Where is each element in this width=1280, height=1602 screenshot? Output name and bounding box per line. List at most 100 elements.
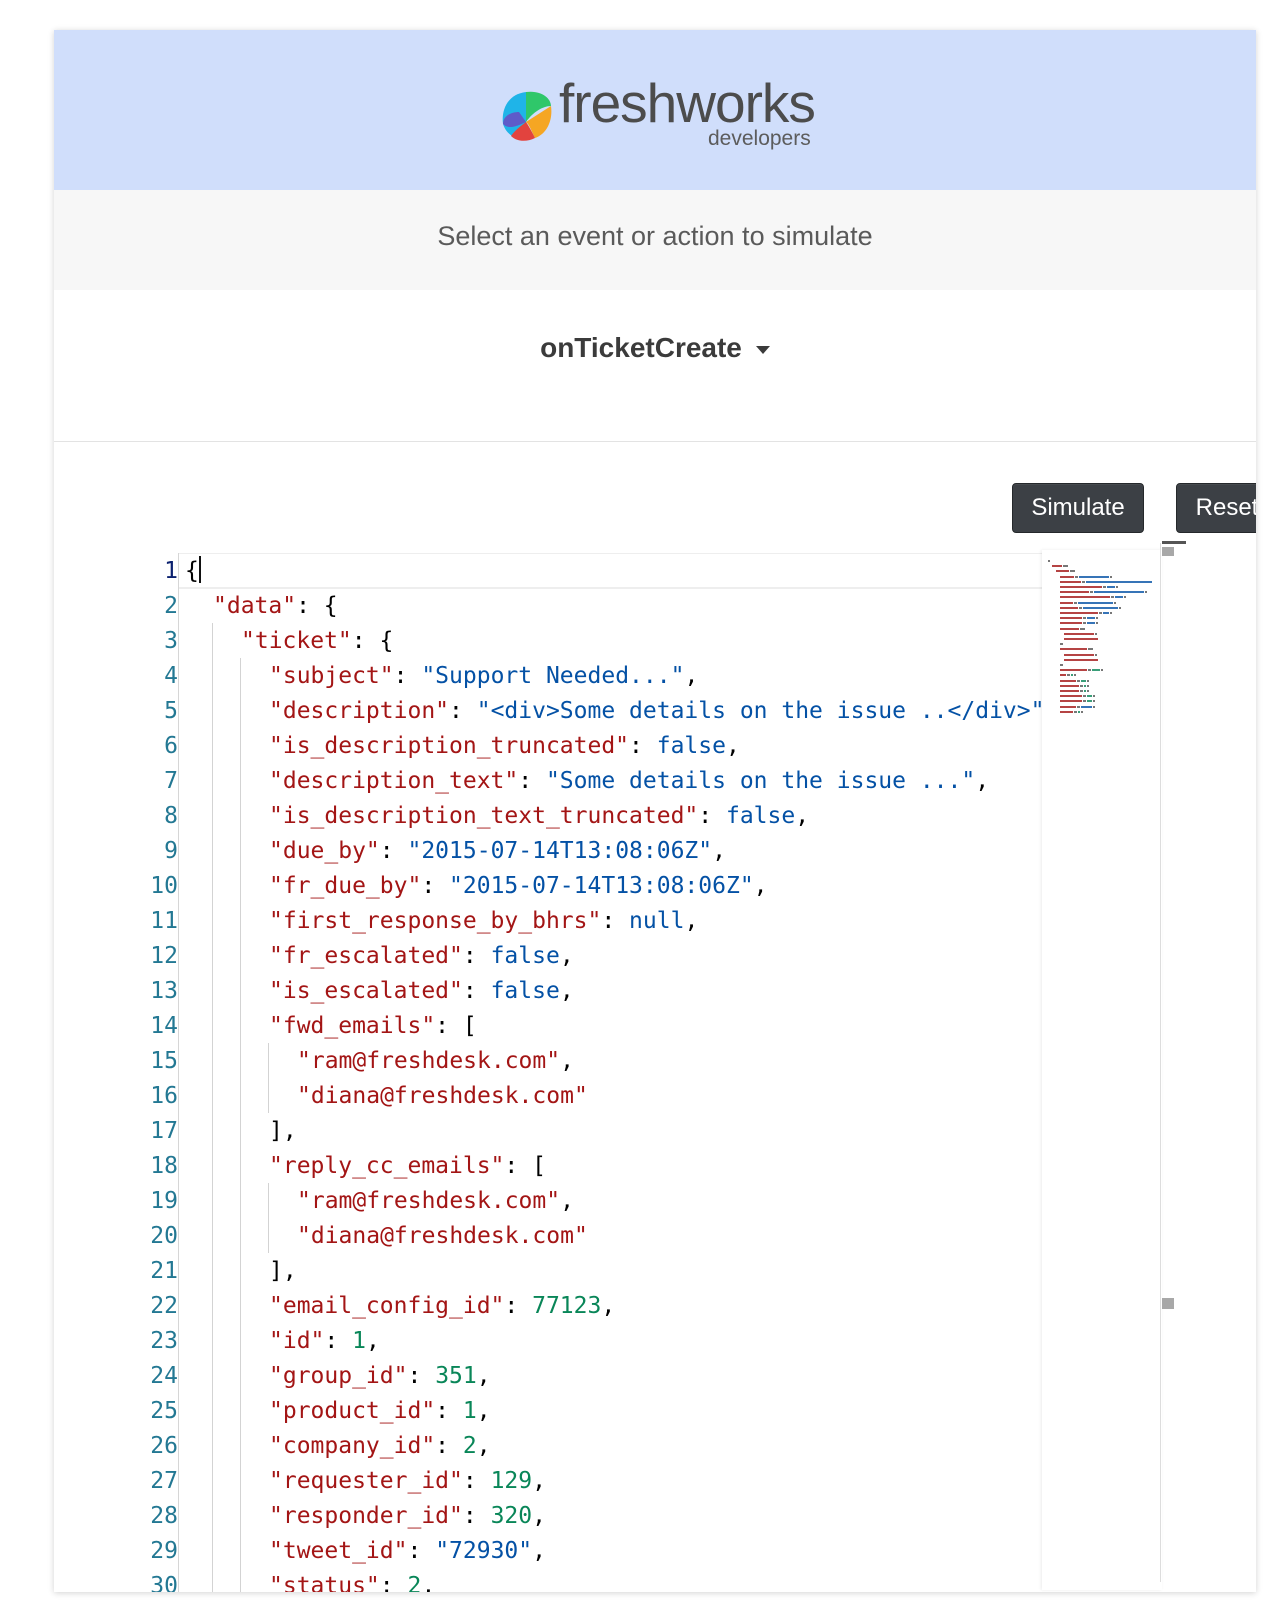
indent-guide [212,1008,213,1043]
line-number: 10 [150,873,178,899]
minimap-line [1070,570,1075,573]
minimap-line [1064,658,1098,661]
line-number: 25 [150,1398,178,1424]
code-token: 320 [490,1503,533,1529]
minimap-line [1060,612,1098,614]
reset-button[interactable]: Reset [1176,483,1256,533]
code-line: "fr_escalated": false, [269,939,574,974]
event-dropdown[interactable]: onTicketCreate [540,332,770,364]
indent-guide [240,1043,241,1078]
code-token: : [601,908,630,934]
indent-guide [212,763,213,798]
minimap-line [1087,684,1089,687]
code-line: "tweet_id": "72930", [269,1534,546,1569]
indent-guide [268,1078,269,1113]
indent-guide [212,1428,213,1463]
code-token: "is_escalated" [269,978,463,1004]
minimap-line [1111,596,1114,599]
minimap-line [1110,575,1112,578]
code-token: "data" [213,593,297,619]
minimap-line [1094,591,1144,594]
code-token: "description" [269,698,450,724]
minimap-line [1090,591,1093,594]
minimap-line [1081,679,1086,682]
code-token: , [684,663,699,689]
minimap-line [1060,690,1079,692]
minimap-line [1064,653,1094,656]
indent-guide [240,798,241,833]
code-token: : [ [504,1153,546,1179]
indent-guide [212,1078,213,1113]
line-number: 20 [150,1223,178,1249]
code-token: "is_description_truncated" [269,733,630,759]
minimap-line [1083,700,1086,703]
indent-guide [240,728,241,763]
indent-guide [212,1288,213,1323]
minimap-line [1079,575,1109,578]
code-token: : [449,698,477,724]
code-token: "due_by" [269,838,380,864]
line-number: 5 [164,698,178,724]
code-token: 2 [407,1573,422,1592]
code-token: , [560,1188,574,1214]
indent-guide [240,1568,241,1592]
code-token: : [379,838,408,864]
code-token: 1 [462,1398,477,1424]
indent-guide [212,1043,213,1078]
minimap-line [1087,622,1095,625]
code-token: "diana@freshdesk.com" [297,1083,588,1109]
code-token: , [365,1328,380,1354]
minimap-line [1060,695,1082,698]
indent-guide [212,623,213,658]
indent-guide [240,658,241,693]
code-token: , [601,1293,616,1319]
code-area[interactable]: {"data": {"ticket": {"subject": "Support… [178,553,1065,1592]
scrollbar-marker [1162,547,1174,556]
minimap-line [1060,705,1076,708]
minimap-line [1095,632,1097,635]
instruction-text: Select an event or action to simulate [437,221,873,251]
code-token: , [975,768,990,794]
code-token: false [656,733,726,759]
indent-guide [212,658,213,693]
minimap-line [1080,627,1085,630]
indent-guide [212,1463,213,1498]
code-line: "diana@freshdesk.com" [297,1079,588,1114]
code-line: "description": "<div>Some details on the… [269,694,1058,729]
minimap-line [1096,622,1098,625]
indent-guide [240,1533,241,1568]
code-token: : [462,943,491,969]
code-line: "group_id": 351, [269,1359,491,1394]
minimap-line [1145,591,1147,594]
editor-scrollbar[interactable] [1160,543,1161,1582]
minimap-line [1088,648,1093,651]
indent-guide [212,1533,213,1568]
indent-guide [212,833,213,868]
editor-minimap[interactable] [1042,550,1162,1590]
minimap-line [1060,622,1082,625]
minimap-line [1092,669,1100,672]
minimap-line [1060,586,1102,588]
minimap-line [1087,700,1092,703]
indent-guide [268,1218,269,1253]
minimap-line [1114,601,1116,604]
minimap-line [1060,627,1079,630]
code-line: "ram@freshdesk.com", [297,1044,574,1079]
minimap-line [1060,596,1110,599]
code-token: 2 [462,1433,477,1459]
line-number: 29 [150,1538,178,1564]
indent-guide [240,763,241,798]
scrollbar-marker [1162,541,1186,544]
simulate-button[interactable]: Simulate [1012,483,1144,533]
line-number: 27 [150,1468,178,1494]
line-number: 6 [164,733,178,759]
minimap-line [1078,710,1080,713]
indent-guide [212,798,213,833]
code-token: "72930" [435,1538,533,1564]
indent-guide [240,1008,241,1043]
code-token: 77123 [532,1293,602,1319]
simulator-card: freshworks developers Select an event or… [54,30,1256,1592]
scrollbar-marker [1162,1298,1174,1309]
code-token: , [725,733,740,759]
code-token: "email_config_id" [269,1293,505,1319]
